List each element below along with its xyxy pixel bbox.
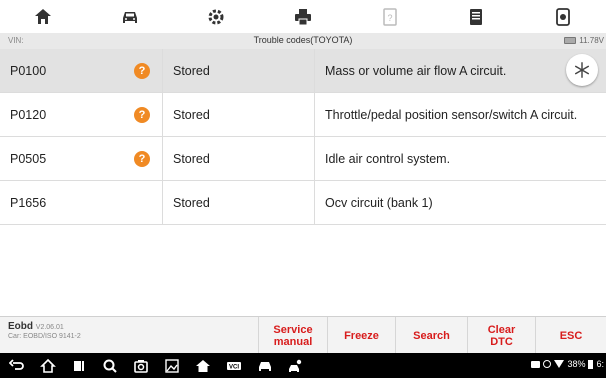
camera-icon <box>134 359 148 373</box>
user-car-icon <box>289 359 302 372</box>
dtc-help-icon[interactable]: ? <box>134 151 150 167</box>
app-info: Eobd V2.06.01 Car: EOBD/ISO 9141-2 <box>8 321 248 340</box>
service-manual-label: Service manual <box>273 323 313 348</box>
home-icon <box>40 358 56 373</box>
svg-text:?: ? <box>387 13 392 23</box>
car-icon <box>122 11 137 23</box>
dtc-code-cell: P0120 ? <box>0 93 163 137</box>
esc-button[interactable]: ESC <box>535 317 606 354</box>
dtc-code-cell: P0100 ? <box>0 49 163 93</box>
nav-home-button[interactable] <box>39 357 57 374</box>
freeze-frame-button[interactable] <box>566 54 598 86</box>
wifi-icon <box>554 360 565 368</box>
settings-button[interactable] <box>173 0 260 33</box>
car-battery-icon <box>564 37 577 44</box>
dtc-description: Throttle/pedal position sensor/switch A … <box>325 108 578 122</box>
dtc-code: P1656 <box>10 196 47 210</box>
action-bar: Eobd V2.06.01 Car: EOBD/ISO 9141-2 Servi… <box>0 316 606 354</box>
search-label: Search <box>413 329 450 342</box>
print-button[interactable] <box>260 0 347 33</box>
dtc-description: Mass or volume air flow A circuit. <box>325 64 507 78</box>
table-row[interactable]: P0120 ? Stored Throttle/pedal position s… <box>0 93 606 137</box>
dtc-status: Stored <box>163 137 315 181</box>
dtc-status: Stored <box>163 49 315 93</box>
back-icon <box>9 358 24 370</box>
nav-gallery-button[interactable] <box>163 357 181 374</box>
recents-icon <box>74 360 84 371</box>
battery-percent: 38% <box>567 359 586 369</box>
nav-search-button[interactable] <box>101 357 119 374</box>
settings-icon <box>543 360 552 368</box>
nav-recents-button[interactable] <box>70 357 88 374</box>
dtc-code: P0505 <box>10 152 47 166</box>
snowflake-icon <box>574 62 590 78</box>
settings-icon <box>208 9 224 24</box>
search-button[interactable]: Search <box>395 317 467 354</box>
dtc-code: P0120 <box>10 108 47 122</box>
dtc-help-icon[interactable]: ? <box>134 63 150 79</box>
esc-label: ESC <box>559 329 583 342</box>
service-manual-button[interactable]: Service manual <box>258 317 327 354</box>
app-name: Eobd <box>8 321 33 332</box>
search-icon <box>103 359 117 373</box>
table-row[interactable]: P0505 ? Stored Idle air control system. <box>0 137 606 181</box>
dtc-code-cell: P1656 <box>0 181 163 225</box>
nav-camera-button[interactable] <box>132 357 150 374</box>
top-toolbar: ? <box>0 0 606 33</box>
dtc-status: Stored <box>163 181 315 225</box>
save-icon <box>470 8 483 25</box>
nav-back-button[interactable] <box>8 357 26 374</box>
car-info: Car: EOBD/ISO 9141-2 <box>8 333 81 340</box>
screenshot-button[interactable] <box>519 0 606 33</box>
freeze-button[interactable]: Freeze <box>327 317 395 354</box>
table-row[interactable]: P0100 ? Stored Mass or volume air flow A… <box>0 49 606 93</box>
home-icon <box>35 8 52 24</box>
nav-vci-button[interactable]: VCI <box>225 357 243 374</box>
help-button[interactable]: ? <box>346 0 433 33</box>
battery-voltage-value: 11.78V <box>579 36 604 45</box>
print-icon <box>295 8 312 25</box>
status-area: 38% 6: <box>531 359 604 369</box>
clear-dtc-label: Clear DTC <box>487 323 516 348</box>
vci-icon: VCI <box>227 361 241 370</box>
page-title: Trouble codes(TOYOTA) <box>253 35 353 45</box>
gallery-icon <box>165 358 179 373</box>
nav-app-home-button[interactable] <box>194 357 212 374</box>
dtc-description: Ocv circuit (bank 1) <box>325 196 433 210</box>
save-button[interactable] <box>433 0 520 33</box>
vehicle-button[interactable] <box>87 0 174 33</box>
dtc-help-icon[interactable]: ? <box>134 107 150 123</box>
home-button[interactable] <box>0 0 87 33</box>
freeze-label: Freeze <box>344 329 379 342</box>
chat-icon <box>531 360 541 368</box>
help-icon: ? <box>382 7 397 26</box>
info-bar: VIN: Trouble codes(TOYOTA) 11.78V <box>0 33 606 49</box>
clock: 6: <box>596 359 604 369</box>
nav-user-car-button[interactable] <box>287 357 305 374</box>
dtc-description: Idle air control system. <box>325 152 451 166</box>
table-row[interactable]: P1656 Stored Ocv circuit (bank 1) <box>0 181 606 225</box>
home-icon <box>196 359 210 372</box>
clear-dtc-button[interactable]: Clear DTC <box>467 317 535 354</box>
nav-car-button[interactable] <box>256 357 274 374</box>
dtc-status: Stored <box>163 93 315 137</box>
screenshot-icon <box>555 7 570 26</box>
dtc-code-cell: P0505 ? <box>0 137 163 181</box>
svg-text:VCI: VCI <box>229 364 239 370</box>
battery-voltage: 11.78V <box>564 36 604 45</box>
car-icon <box>259 361 271 371</box>
battery-icon <box>588 359 594 369</box>
system-nav-bar: VCI 38% 6: <box>0 353 606 378</box>
dtc-code: P0100 <box>10 64 47 78</box>
app-version: V2.06.01 <box>35 324 64 331</box>
